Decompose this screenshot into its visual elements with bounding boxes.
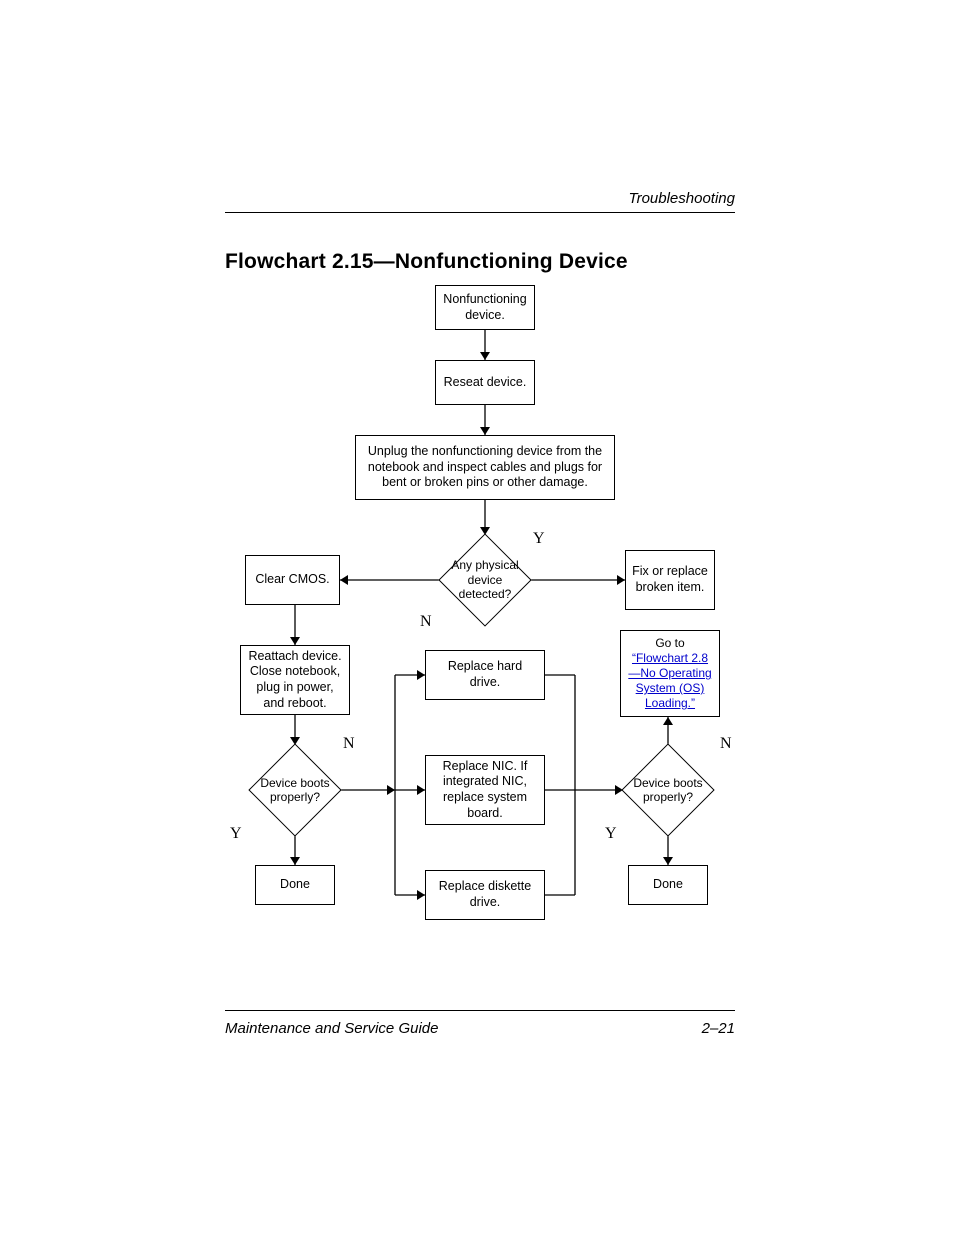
footer-right: 2–21 [702, 1020, 735, 1037]
node-physical-detected: Any physical device detected? [440, 535, 530, 625]
node-boots-left: Device boots properly? [250, 745, 340, 835]
node-replace-nic: Replace NIC. If integrated NIC, replace … [425, 755, 545, 825]
footer-rule [225, 1010, 735, 1011]
header-rule [225, 212, 735, 213]
node-done-right: Done [628, 865, 708, 905]
label-n-left: N [343, 735, 355, 753]
node-fix-replace: Fix or replace broken item. [625, 550, 715, 610]
node-boots-right: Device boots properly? [623, 745, 713, 835]
node-clear-cmos: Clear CMOS. [245, 555, 340, 605]
node-done-left: Done [255, 865, 335, 905]
node-start: Nonfunctioning device. [435, 285, 535, 330]
footer-left: Maintenance and Service Guide [225, 1020, 438, 1037]
node-unplug: Unplug the nonfunctioning device from th… [355, 435, 615, 500]
node-reseat: Reseat device. [435, 360, 535, 405]
goto-link[interactable]: “Flowchart 2.8—No Operating System (OS) … [628, 651, 711, 710]
header-section: Troubleshooting [629, 190, 735, 207]
node-reattach: Reattach device. Close notebook, plug in… [240, 645, 350, 715]
label-n-physical: N [420, 613, 432, 631]
page-title: Flowchart 2.15—Nonfunctioning Device [225, 250, 628, 274]
label-n-right: N [720, 735, 732, 753]
node-replace-hdd: Replace hard drive. [425, 650, 545, 700]
goto-prefix: Go to [655, 636, 684, 650]
label-y-left: Y [230, 825, 242, 843]
label-y-right: Y [605, 825, 617, 843]
flowchart-canvas: Nonfunctioning device. Reseat device. Un… [225, 285, 735, 1005]
node-replace-diskette: Replace diskette drive. [425, 870, 545, 920]
node-goto: Go to “Flowchart 2.8—No Operating System… [620, 630, 720, 717]
label-y-physical: Y [533, 530, 545, 548]
